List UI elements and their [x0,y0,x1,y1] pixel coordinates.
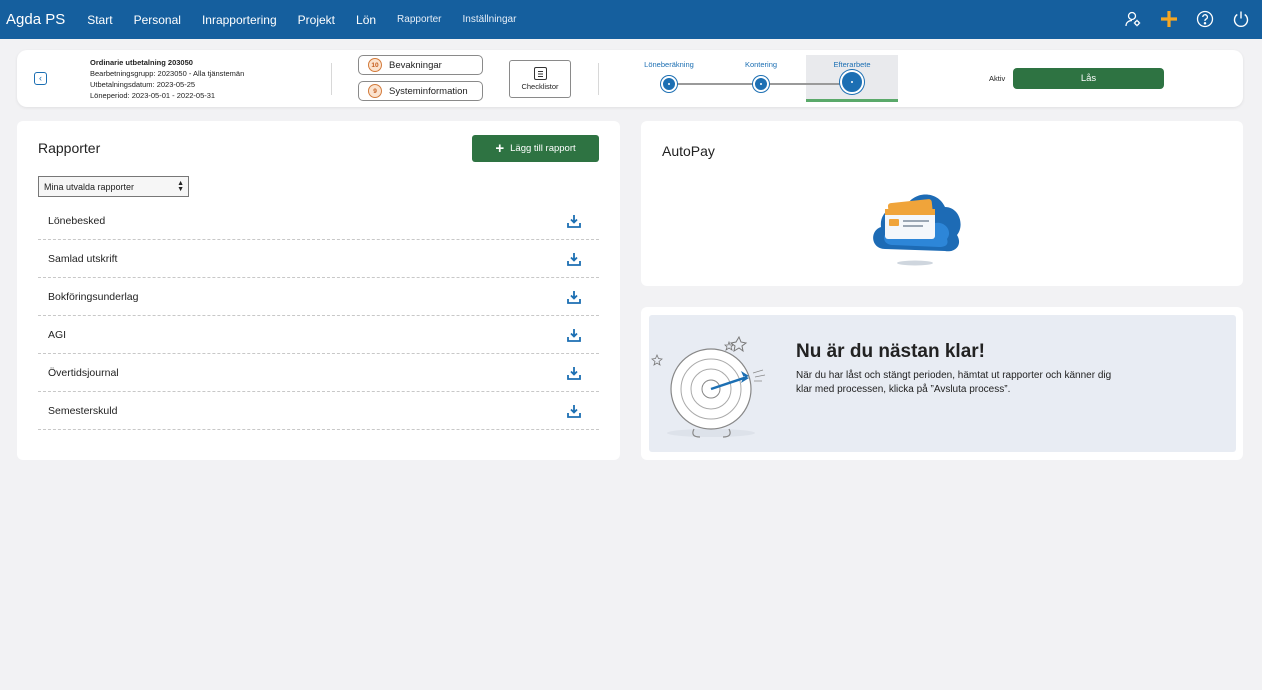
report-row-semesterskuld[interactable]: Semesterskuld [38,392,599,430]
add-report-label: Lägg till rapport [510,143,576,154]
reports-title: Rapporter [38,140,101,156]
step-label-loneberakning[interactable]: Löneberäkning [629,60,709,69]
nav-rapporter[interactable]: Rapporter [397,14,441,25]
download-icon[interactable] [567,214,581,228]
run-period: Löneperiod: 2023-05-01 - 2022-05-31 [90,91,216,100]
process-steps: Löneberäkning Kontering Efterarbete [637,50,907,107]
download-icon[interactable] [567,290,581,304]
report-label: Lönebesked [48,214,106,227]
report-row-bokforingsunderlag[interactable]: Bokföringsunderlag [38,278,599,316]
report-label: AGI [48,328,67,341]
report-label: Semesterskuld [48,404,118,417]
status-label: Aktiv [989,74,1006,83]
nav-projekt[interactable]: Projekt [298,13,335,27]
sysinfo-button[interactable]: 9 Systeminformation [358,81,483,101]
nav-actions [1122,8,1252,30]
step-dot-loneberakning[interactable] [661,76,677,92]
run-info: Ordinarie utbetalning 203050 Bearbetning… [90,57,244,101]
run-group: Bearbetningsgrupp: 2023050 - Alla tjänst… [90,69,245,78]
report-label: Samlad utskrift [48,252,118,265]
divider [331,63,332,95]
process-bar: ‹ Ordinarie utbetalning 203050 Bearbetni… [17,50,1243,107]
plus-icon[interactable] [1158,8,1180,30]
autopay-title: AutoPay [662,143,715,159]
download-icon[interactable] [567,366,581,380]
sysinfo-count-badge: 9 [368,84,382,98]
nav-installningar[interactable]: Inställningar [463,14,517,25]
select-arrows-icon: ▲ ▼ [177,180,184,193]
report-filter-select[interactable]: Mina utvalda rapporter ▲ ▼ [38,176,189,197]
watch-count-badge: 10 [368,58,382,72]
chevron-left-icon: ‹ [39,73,42,83]
report-filter-value: Mina utvalda rapporter [44,181,135,192]
report-list: Lönebesked Samlad utskrift Bokföringsund… [38,202,599,430]
report-label: Övertidsjournal [48,366,119,379]
download-icon[interactable] [567,328,581,342]
help-icon[interactable] [1194,8,1216,30]
report-row-agi[interactable]: AGI [38,316,599,354]
finish-hint-text: När du har låst och stängt perioden, häm… [796,370,1112,395]
sysinfo-label: Systeminformation [389,85,468,97]
run-pay-date: Utbetalningsdatum: 2023-05-25 [90,80,196,89]
nav-inrapportering[interactable]: Inrapportering [202,13,277,27]
add-report-button[interactable]: + Lägg till rapport [472,135,599,162]
autopay-card: AutoPay [641,121,1243,286]
watch-label: Bevakningar [389,59,442,71]
app-brand[interactable]: Agda PS [6,11,65,28]
nav-lon[interactable]: Lön [356,13,376,27]
nav-start[interactable]: Start [87,13,112,27]
reports-card: Rapporter + Lägg till rapport Mina utval… [17,121,620,460]
nav-personal[interactable]: Personal [134,13,181,27]
active-step-bar [806,99,898,102]
step-dot-kontering[interactable] [753,76,769,92]
download-icon[interactable] [567,404,581,418]
checklists-button[interactable]: Checklistor [509,60,571,98]
finish-hint-title: Nu är du nästan klar! [796,341,985,362]
download-icon[interactable] [567,252,581,266]
step-label-efterarbete[interactable]: Efterarbete [812,60,892,69]
report-row-overtidsjournal[interactable]: Övertidsjournal [38,354,599,392]
plus-icon: + [495,139,505,157]
watch-button[interactable]: 10 Bevakningar [358,55,483,75]
lock-button[interactable]: Lås [1013,68,1164,89]
finish-hint-panel: Nu är du nästan klar! När du har låst oc… [649,315,1236,452]
back-button[interactable]: ‹ [34,72,47,85]
report-label: Bokföringsunderlag [48,290,139,303]
step-label-kontering[interactable]: Kontering [721,60,801,69]
divider [598,63,599,95]
report-row-lonebesked[interactable]: Lönebesked [38,202,599,240]
top-nav: Agda PS Start Personal Inrapportering Pr… [0,0,1262,39]
finish-hint-card: Nu är du nästan klar! När du har låst oc… [641,307,1243,460]
checklists-label: Checklistor [521,82,559,91]
autopay-cloud-icon [873,194,961,266]
step-dot-efterarbete[interactable] [840,70,864,94]
checklist-icon [533,67,547,80]
dartboard-illustration [651,335,766,438]
power-icon[interactable] [1230,8,1252,30]
user-settings-icon[interactable] [1122,8,1144,30]
run-title: Ordinarie utbetalning 203050 [90,58,193,67]
report-row-samlad-utskrift[interactable]: Samlad utskrift [38,240,599,278]
